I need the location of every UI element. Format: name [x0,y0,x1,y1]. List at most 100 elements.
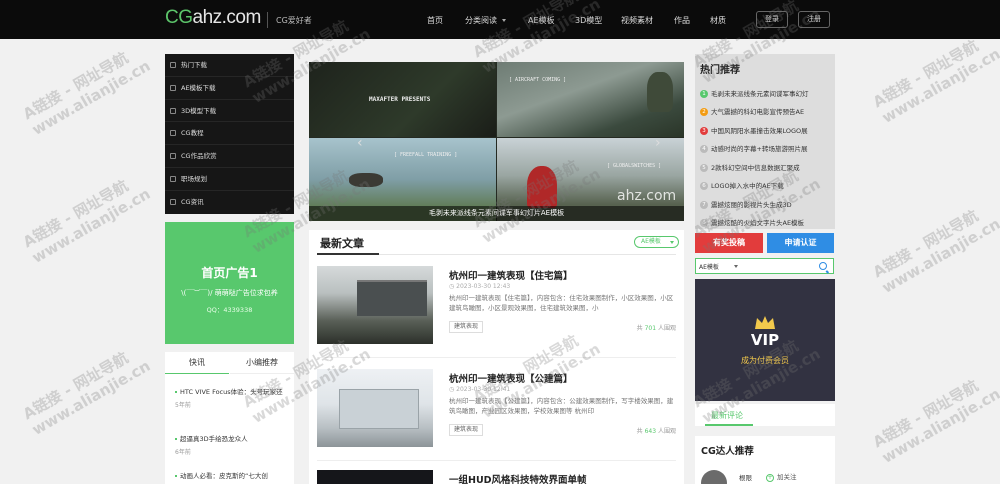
submit-article-button[interactable]: 有奖投稿 [695,233,763,253]
top-navbar: CGahz.com CG爱好者 首页 分类阅读 AE模板 3D模型 视频素材 作… [0,0,1000,39]
tab-editor-picks[interactable]: 小编推荐 [230,352,294,374]
news-panel: 快讯 小编推荐 HTC VIVE Focus体验：头号玩家还 5年前 超逼真3D… [165,352,294,484]
slider-panel: [ AIRCRAFT COMING ] [497,62,684,137]
article-date: ◷ 2023-03-30 12:41 [449,386,511,393]
list-item[interactable]: 7 震撼炫丽的影视片头生成3D [700,199,832,209]
category-item[interactable]: CG作品欣赏 [165,145,294,168]
article-desc: 杭州印一建筑表现【住宅篇】，内容包含：住宅效果图制作，小区效果图，小区建筑鸟瞰图… [449,294,674,312]
article-thumbnail[interactable] [317,369,433,447]
article-title[interactable]: 杭州印一建筑表现【公建篇】 [449,371,573,385]
section-title: CG达人推荐 [701,446,754,457]
tab-flash-news[interactable]: 快讯 [165,352,229,374]
nav-category-label: 分类阅读 [465,16,497,25]
news-icon [170,198,176,205]
book-icon [170,130,176,137]
ad-qq: QQ：4339338 [206,306,253,314]
divider [317,460,676,461]
category-item[interactable]: CG教程 [165,122,294,146]
nav-materials[interactable]: 材质 [710,15,726,26]
login-button[interactable]: 登录 [756,11,788,28]
logo-divider [267,12,268,28]
tab-underline [705,424,753,426]
article-desc: 杭州印一建筑表现【公建篇】，内容包含：公建效果图制作，写字楼效果图，建筑鸟瞰图，… [449,397,674,415]
list-item[interactable]: 2 大气震撼的科幻电影宣传预告AE [700,106,832,116]
list-item[interactable]: 3 中国风阴阳水墨撞击效果LOGO展 [700,125,832,135]
register-button[interactable]: 注册 [798,11,830,28]
tab-latest-comments[interactable]: 最新评论 [711,410,743,421]
nav-home[interactable]: 首页 [427,15,443,26]
list-item[interactable]: 1 毛剥未来派线条元素间谍军事幻灯 [700,88,832,98]
soldier-figure [647,72,673,112]
chevron-down-icon [502,19,506,22]
slider-next-arrow[interactable]: › [655,135,661,151]
avatar[interactable] [701,470,727,484]
nav-3d-models[interactable]: 3D模型 [575,15,602,26]
search-scope-select[interactable]: AE模板 [699,262,719,271]
chevron-down-icon [734,265,738,268]
latest-comments: 最新评论 [695,404,835,426]
vip-banner[interactable]: VIP 成为付费会员 [695,279,835,401]
featured-slider[interactable]: MAXAFTER PRESENTS [ AIRCRAFT COMING ] [ … [309,62,684,221]
briefcase-icon [170,175,176,182]
fire-icon [170,62,176,68]
divider [317,357,676,358]
article-thumbnail[interactable] [317,470,433,484]
search-icon[interactable] [819,262,827,270]
category-item[interactable]: AE模板下载 [165,77,294,100]
nav-works[interactable]: 作品 [674,15,690,26]
talent-name[interactable]: 根限 [739,472,752,482]
section-title: 最新文章 [320,237,364,250]
article-thumbnail[interactable] [317,266,433,344]
climber-figure [527,166,557,208]
ad-subtitle: \(￣︶￣)/ 萌萌哒广告位求包养 [181,289,278,297]
category-item[interactable]: CG资讯 [165,191,294,214]
list-item[interactable]: 8 震撼炫酷的火焰文字片头AE模板 [700,217,832,227]
category-filter-select[interactable]: AE模板 [634,236,679,248]
crown-icon [755,316,775,329]
nav-ae-templates[interactable]: AE模板 [528,15,555,26]
article-title[interactable]: 一组HUD风格科技特效界面单帧 [449,472,587,484]
watermark: A链接 - 网址导航 www.alianjie.cn [19,176,154,267]
plus-icon: + [766,474,774,482]
site-logo[interactable]: CGahz.com [165,7,261,29]
nav-video-assets[interactable]: 视频素材 [621,15,653,26]
list-item[interactable]: 6 LOGO掉入水中的AE下载 [700,180,832,190]
article-tag[interactable]: 建筑表现 [449,424,484,436]
slider-caption[interactable]: 毛剥未来派线条元素间谍军事幻灯片AE模板 [309,206,684,221]
list-item[interactable]: 超逼真3D手绘恐龙众人 6年前 [175,434,290,456]
cube-icon [170,107,176,114]
search-input[interactable]: AE模板 [695,258,834,274]
chevron-down-icon [670,241,674,244]
apply-certification-button[interactable]: 申请认证 [767,233,834,253]
section-title-underline [317,253,379,255]
list-item[interactable]: 5 2款科幻空间中信息数据汇聚成 [700,162,832,172]
list-item[interactable]: 动画人必看：皮克斯的“七大创 [175,471,290,482]
list-item[interactable]: HTC VIVE Focus体验：头号玩家还 5年前 [175,387,290,409]
category-item[interactable]: 3D模型下载 [165,100,294,123]
hot-recommendations: 热门推荐 1 毛剥未来派线条元素间谍军事幻灯 2 大气震撼的科幻电影宣传预告AE 3… [695,54,835,229]
follow-button[interactable]: + 加关注 [766,471,797,482]
slider-watermark: ahz.com [617,188,677,204]
site-tagline: CG爱好者 [276,16,312,25]
film-icon [170,84,176,91]
ad-title: 首页广告1 [201,266,258,280]
watermark: A链接 - 网址导航 www.alianjie.cn [869,36,1000,127]
category-menu: 热门下载 AE模板下载 3D模型下载 CG教程 CG作品欣赏 职场规划 CG资讯 [165,54,294,214]
section-title: 热门推荐 [700,65,740,76]
vip-title: VIP [750,331,780,349]
nav-category[interactable]: 分类阅读 [465,15,506,26]
list-item[interactable]: 4 动感时尚的字幕+转场旅游照片展 [700,143,832,153]
category-item[interactable]: 职场规划 [165,168,294,191]
article-views: 共 701 人围观 [636,325,676,332]
homepage-ad-banner[interactable]: 首页广告1 \(￣︶￣)/ 萌萌哒广告位求包养 QQ：4339338 [165,222,294,344]
watermark: A链接 - 网址导航 www.alianjie.cn [869,376,1000,467]
article-title[interactable]: 杭州印一建筑表现【住宅篇】 [449,268,573,282]
article-tag[interactable]: 建筑表现 [449,321,484,333]
latest-articles: 最新文章 AE模板 杭州印一建筑表现【住宅篇】 ◷ 2023-03-30 12:… [309,230,684,484]
category-item[interactable]: 热门下载 [165,54,294,77]
slider-prev-arrow[interactable]: ‹ [357,135,363,151]
watermark: A链接 - 网址导航 www.alianjie.cn [19,48,154,139]
watermark: A链接 - 网址导航 www.alianjie.cn [19,348,154,439]
skydiver-figure [349,173,383,187]
slider-panel: MAXAFTER PRESENTS [309,62,496,137]
